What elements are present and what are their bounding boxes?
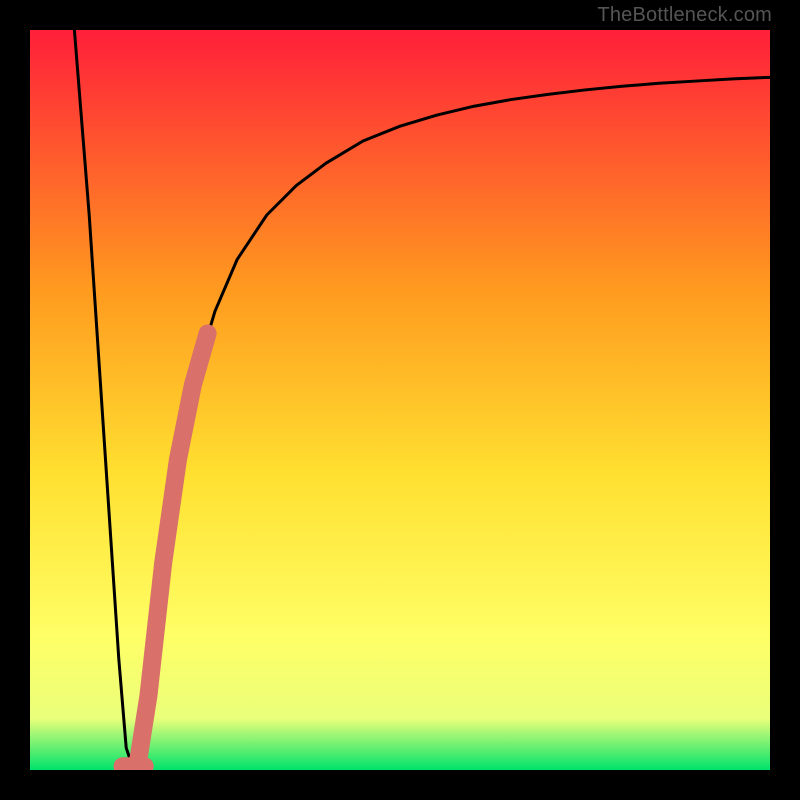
- chart-frame: TheBottleneck.com: [0, 0, 800, 800]
- gradient-background: [30, 30, 770, 770]
- watermark-text: TheBottleneck.com: [597, 4, 772, 27]
- chart-svg: [30, 30, 770, 770]
- chart-plot-area: [30, 30, 770, 770]
